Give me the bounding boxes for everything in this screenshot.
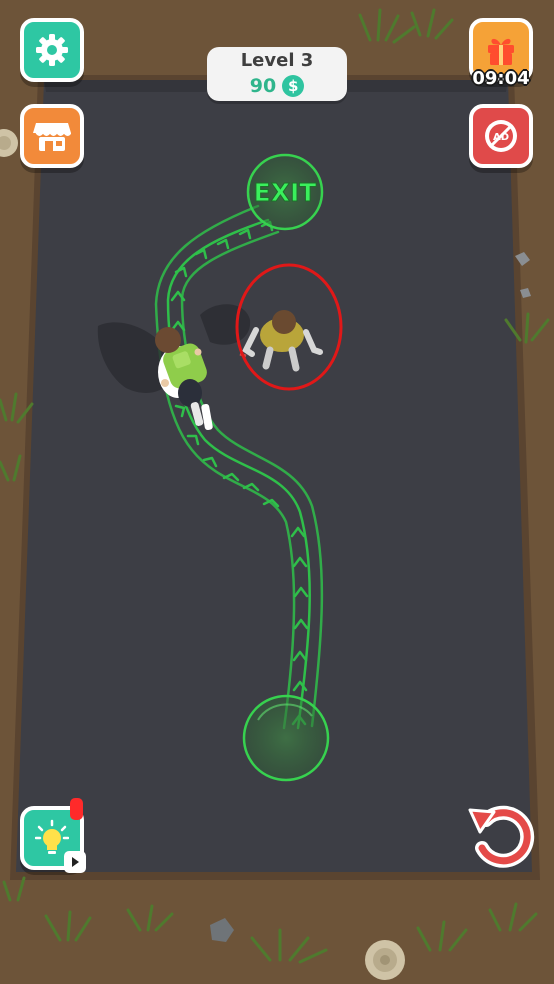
shop-button[interactable] — [20, 104, 84, 168]
exit-label: EXIT — [254, 178, 317, 207]
gear-icon — [34, 32, 70, 68]
undo-icon — [464, 798, 538, 876]
start-circle — [242, 694, 330, 782]
coins-value: 90 — [249, 75, 277, 97]
coin-icon: $ — [282, 75, 305, 97]
no-ads-button[interactable]: AD — [469, 104, 533, 168]
shop-icon — [33, 119, 71, 153]
no-ads-icon: AD — [482, 117, 520, 155]
lightbulb-icon — [35, 819, 69, 857]
level-panel: Level 3 90 $ — [207, 47, 347, 101]
settings-button[interactable] — [20, 18, 84, 82]
gift-timer: 09:04 — [472, 68, 530, 89]
video-ad-icon — [64, 851, 86, 873]
undo-button[interactable] — [464, 800, 538, 874]
coins-counter: 90 $ — [207, 73, 347, 99]
level-label: Level 3 — [240, 50, 314, 71]
gift-icon — [484, 33, 518, 67]
notification-dot — [70, 798, 83, 820]
